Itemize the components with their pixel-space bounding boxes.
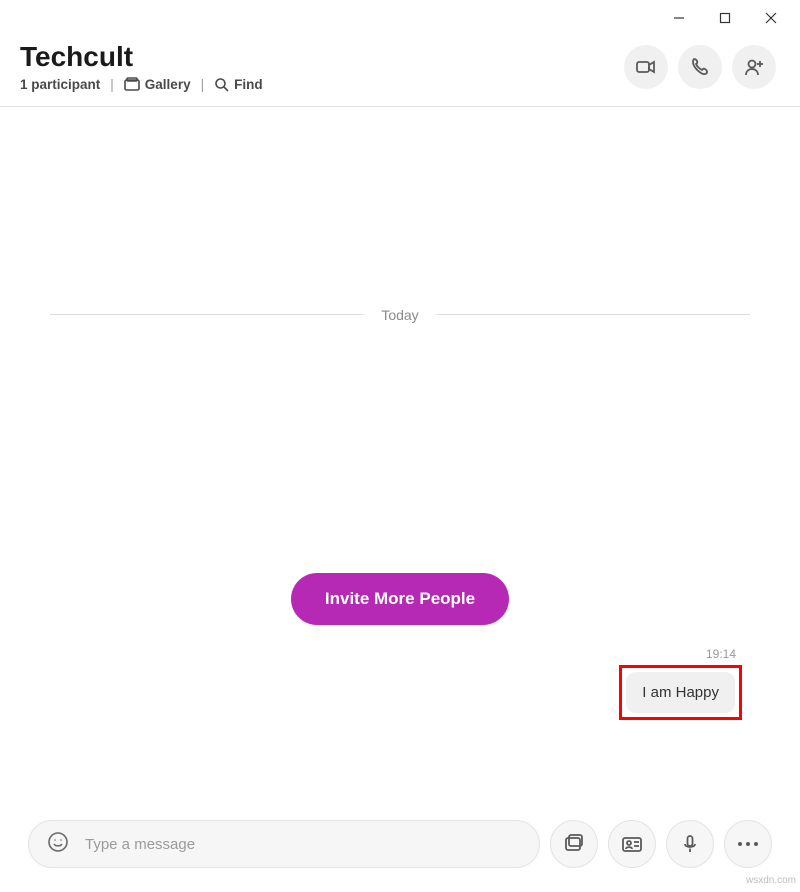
minimize-button[interactable]: [656, 3, 702, 33]
find-link[interactable]: Find: [214, 77, 263, 92]
find-label: Find: [234, 77, 263, 92]
chat-header: Techcult 1 participant | Gallery | Find: [0, 36, 800, 107]
search-icon: [214, 77, 229, 92]
emoji-icon: [47, 831, 69, 853]
chat-title[interactable]: Techcult: [20, 42, 263, 73]
window-titlebar: [0, 0, 800, 36]
minimize-icon: [673, 12, 685, 24]
media-gallery-button[interactable]: [550, 820, 598, 868]
maximize-button[interactable]: [702, 3, 748, 33]
chat-subheader: 1 participant | Gallery | Find: [20, 77, 263, 92]
conversation-area: Today Invite More People 19:14 I am Happ…: [0, 107, 800, 804]
message-composer: [0, 804, 800, 892]
message-group-outgoing: 19:14 I am Happy: [619, 647, 742, 720]
close-button[interactable]: [748, 3, 794, 33]
voice-message-button[interactable]: [666, 820, 714, 868]
more-icon: [738, 842, 758, 846]
chat-header-left: Techcult 1 participant | Gallery | Find: [20, 42, 263, 92]
participant-count: 1 participant: [20, 77, 100, 92]
media-icon: [563, 833, 585, 855]
maximize-icon: [719, 12, 731, 24]
watermark: wsxdn.com: [746, 875, 796, 886]
more-options-button[interactable]: [724, 820, 772, 868]
gallery-icon: [124, 77, 140, 91]
video-icon: [635, 56, 657, 78]
gallery-link[interactable]: Gallery: [124, 77, 191, 92]
contact-card-icon: [621, 833, 643, 855]
invite-more-people-button[interactable]: Invite More People: [291, 573, 509, 625]
add-person-icon: [743, 56, 765, 78]
emoji-button[interactable]: [47, 831, 69, 858]
divider-line: [437, 314, 750, 315]
message-input-container: [28, 820, 540, 868]
separator: |: [106, 77, 118, 92]
chat-header-actions: [624, 45, 776, 89]
audio-call-button[interactable]: [678, 45, 722, 89]
close-icon: [765, 12, 777, 24]
video-call-button[interactable]: [624, 45, 668, 89]
message-bubble[interactable]: I am Happy: [626, 672, 735, 713]
date-divider-label: Today: [381, 307, 418, 323]
microphone-icon: [679, 833, 701, 855]
phone-icon: [689, 56, 711, 78]
date-divider: Today: [50, 307, 750, 323]
add-participant-button[interactable]: [732, 45, 776, 89]
message-input[interactable]: [83, 835, 521, 854]
message-timestamp: 19:14: [706, 647, 736, 661]
message-highlight-box: I am Happy: [619, 665, 742, 720]
gallery-label: Gallery: [145, 77, 191, 92]
share-contact-button[interactable]: [608, 820, 656, 868]
separator: |: [197, 77, 209, 92]
divider-line: [50, 314, 363, 315]
